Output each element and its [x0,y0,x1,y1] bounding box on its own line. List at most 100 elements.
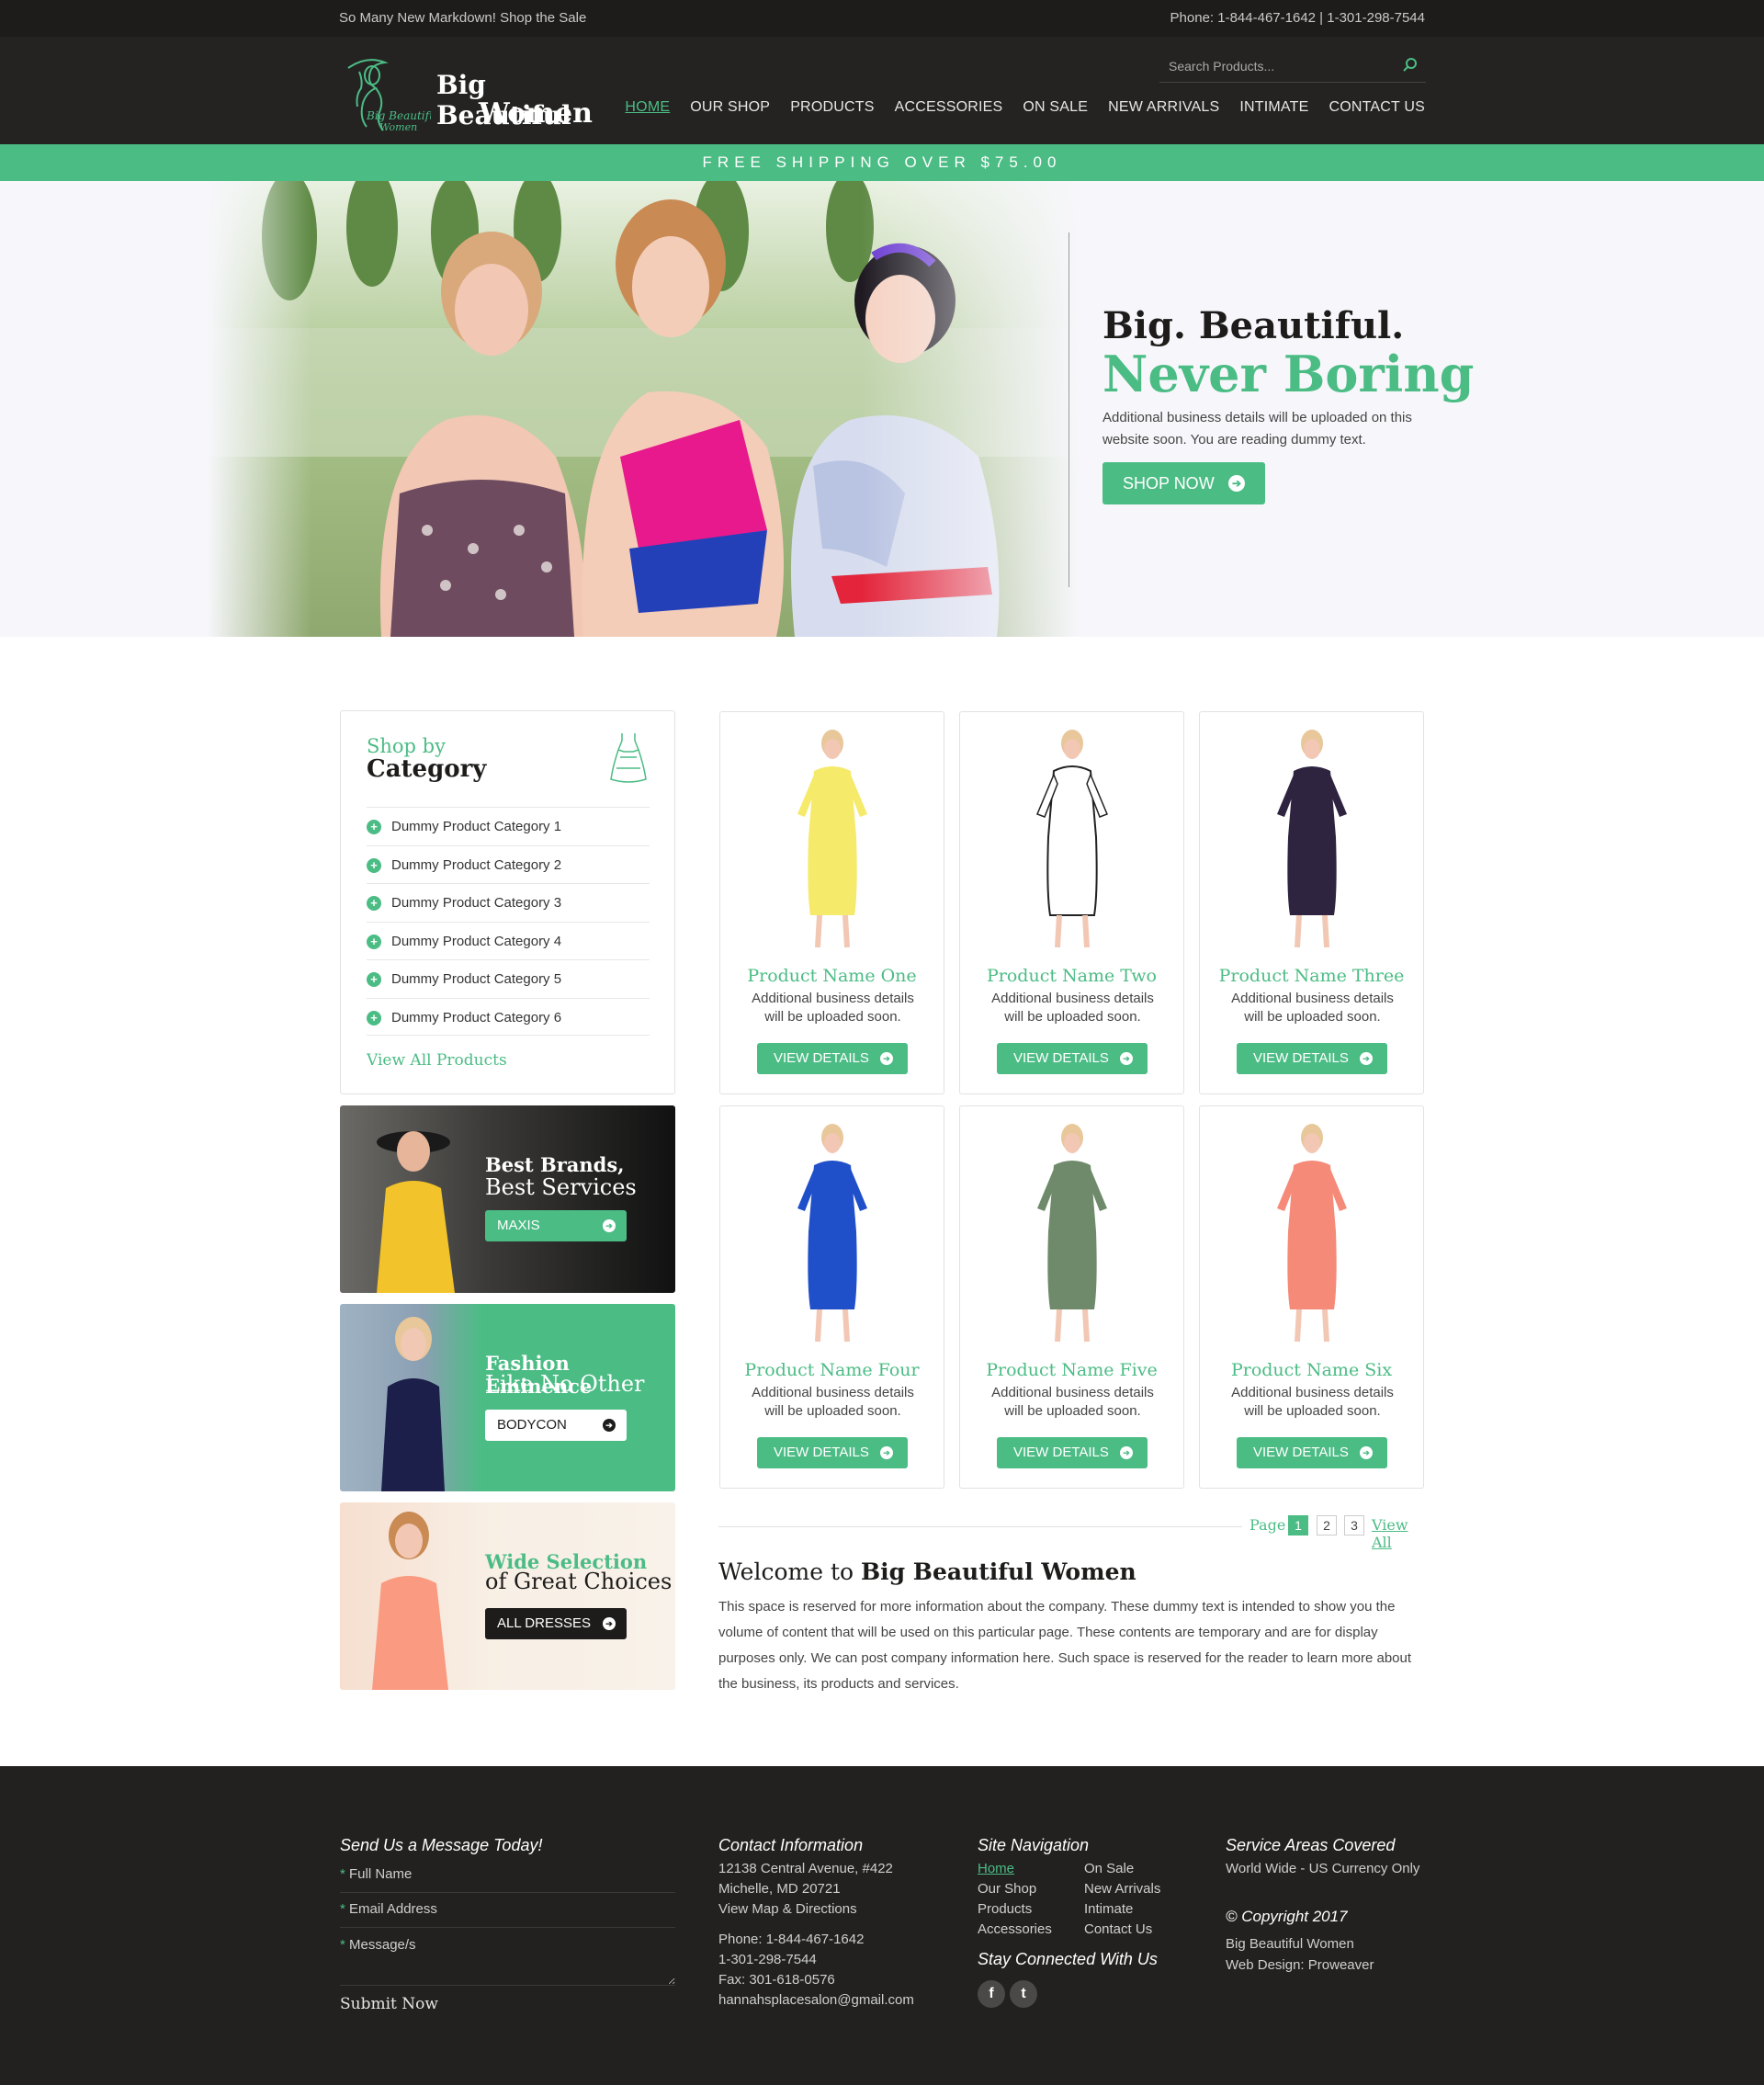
map-directions-link[interactable]: View Map & Directions [718,1899,857,1920]
logo[interactable]: Big Beautiful Women Big Beautiful Women [339,46,596,134]
category-item[interactable]: + Dummy Product Category 5 [367,959,650,998]
plus-icon: + [367,972,381,987]
logo-lady-icon: Big Beautiful Women [347,59,431,133]
category-item[interactable]: + Dummy Product Category 2 [367,844,650,884]
footer-nav-on-sale[interactable]: On Sale [1084,1859,1134,1879]
service-areas-title: Service Areas Covered [1226,1836,1396,1854]
full-name-input[interactable] [340,1858,675,1892]
view-details-button[interactable]: VIEW DETAILS ➔ [997,1437,1148,1468]
nav-intimate[interactable]: INTIMATE [1239,99,1308,116]
nav-new-arrivals[interactable]: NEW ARRIVALS [1108,99,1219,116]
email-input[interactable] [340,1893,675,1927]
topbar-promo-link[interactable]: So Many New Markdown! Shop the Sale [339,10,586,26]
category-item[interactable]: + Dummy Product Category 6 [367,997,650,1036]
category-item[interactable]: + Dummy Product Category 3 [367,883,650,922]
promo-maxis-line2: Best Services [485,1174,637,1200]
search-input[interactable] [1169,55,1389,77]
maxis-button[interactable]: MAXIS ➔ [485,1210,627,1241]
footer-nav-products[interactable]: Products [978,1899,1032,1920]
nav-products[interactable]: PRODUCTS [790,99,874,116]
nav-our-shop[interactable]: OUR SHOP [690,99,770,116]
message-textarea[interactable] [340,1929,675,1985]
welcome-body: This space is reserved for more informat… [718,1599,1412,1692]
product-figure-part [1295,1309,1329,1343]
brand-name-line2: Women [479,97,593,130]
view-details-button[interactable]: VIEW DETAILS ➔ [1237,1437,1387,1468]
category-item[interactable]: + Dummy Product Category 4 [367,921,650,960]
product-figure-part [1064,739,1080,759]
product-name[interactable]: Product Name Two [960,966,1183,986]
full-name-field[interactable]: * Full Name [340,1858,675,1893]
product-figure-part [815,1309,850,1343]
submit-now-button[interactable]: Submit Now [340,1994,438,2014]
plus-icon: + [367,934,381,949]
facebook-icon[interactable]: f [978,1980,1005,2008]
service-areas-text: World Wide - US Currency Only [1226,1861,1420,1876]
twitter-icon[interactable]: t [1010,1980,1037,2008]
promo-maxis: Best Brands, Best Services MAXIS ➔ [340,1105,675,1293]
plus-icon: + [367,896,381,911]
product-image [1037,1124,1107,1343]
bodycon-button[interactable]: BODYCON ➔ [485,1410,627,1441]
web-design-credit[interactable]: Web Design: Proweaver [1226,1955,1374,1976]
nav-contact-us[interactable]: CONTACT US [1329,99,1425,116]
message-field[interactable]: * Message/s [340,1929,675,1986]
product-description: Additional business details will be uplo… [991,991,1154,1025]
product-figure-part [1295,914,1329,948]
arrow-right-icon: ➔ [1360,1052,1373,1065]
arrow-right-icon: ➔ [1228,475,1245,492]
product-name[interactable]: Product Name Six [1200,1360,1423,1380]
page-3-button[interactable]: 3 [1344,1515,1364,1535]
footer-nav-home[interactable]: Home [978,1859,1014,1879]
view-details-button[interactable]: VIEW DETAILS ➔ [997,1043,1148,1074]
footer-nav-our-shop[interactable]: Our Shop [978,1879,1036,1899]
plus-icon: + [367,1010,381,1026]
footer-nav-intimate[interactable]: Intimate [1084,1899,1133,1920]
svg-text:Big Beautiful: Big Beautiful [366,109,431,122]
arrow-right-icon: ➔ [880,1052,893,1065]
product-figure-part [1055,1309,1090,1343]
promo-all-dresses-line2: of Great Choices [485,1569,673,1594]
footer-nav-contact-us[interactable]: Contact Us [1084,1920,1152,1940]
view-details-button[interactable]: VIEW DETAILS ➔ [757,1437,908,1468]
page-2-button[interactable]: 2 [1317,1515,1337,1535]
product-image [1277,1124,1347,1343]
product-image [797,730,867,948]
all-dresses-button[interactable]: ALL DRESSES ➔ [485,1608,627,1639]
product-figure-part [824,739,841,759]
view-details-button[interactable]: VIEW DETAILS ➔ [1237,1043,1387,1074]
footer-nav-accessories[interactable]: Accessories [978,1920,1052,1940]
view-details-button[interactable]: VIEW DETAILS ➔ [757,1043,908,1074]
product-card[interactable]: Product Name One Additional business det… [719,711,944,1094]
product-card[interactable]: Product Name Three Additional business d… [1199,711,1424,1094]
site-footer: Send Us a Message Today! * Full Name * E… [0,1766,1764,2085]
nav-on-sale[interactable]: ON SALE [1023,99,1088,116]
nav-home[interactable]: HOME [625,99,670,116]
arrow-right-icon: ➔ [880,1446,893,1459]
nav-accessories[interactable]: ACCESSORIES [895,99,1003,116]
category-item[interactable]: + Dummy Product Category 1 [367,807,650,845]
view-all-link[interactable]: View All [1372,1516,1425,1551]
view-all-products-link[interactable]: View All Products [367,1051,507,1070]
product-card[interactable]: Product Name Two Additional business det… [959,711,1184,1094]
email-field[interactable]: * Email Address [340,1893,675,1928]
page-1-button[interactable]: 1 [1288,1515,1308,1535]
product-description: Additional business details will be uplo… [991,1385,1154,1419]
product-name[interactable]: Product Name Five [960,1360,1183,1380]
arrow-right-icon: ➔ [603,1219,616,1232]
pagination-label: Page [1250,1516,1286,1534]
shop-now-button[interactable]: SHOP NOW ➔ [1102,462,1265,504]
footer-nav-new-arrivals[interactable]: New Arrivals [1084,1879,1160,1899]
product-card[interactable]: Product Name Six Additional business det… [1199,1105,1424,1489]
contact-email-link[interactable]: hannahsplacesalon@gmail.com [718,1990,914,2011]
message-form-title: Send Us a Message Today! [340,1836,543,1854]
search-icon[interactable] [1402,57,1419,74]
hero-models-image [207,181,1080,637]
product-name[interactable]: Product Name One [720,966,944,986]
product-figure-part [1304,739,1320,759]
product-card[interactable]: Product Name Five Additional business de… [959,1105,1184,1489]
site-navigation-title: Site Navigation [978,1836,1090,1854]
product-name[interactable]: Product Name Four [720,1360,944,1380]
product-card[interactable]: Product Name Four Additional business de… [719,1105,944,1489]
product-name[interactable]: Product Name Three [1200,966,1423,986]
